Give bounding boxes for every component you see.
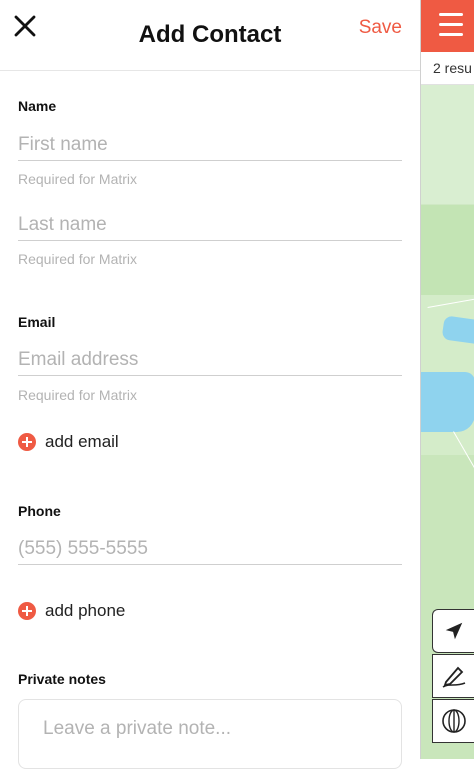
add-phone-label: add phone [45,601,126,620]
last-name-input[interactable]: Last name [18,210,402,241]
map-water [421,372,474,432]
save-button[interactable]: Save [359,17,402,39]
map-land [421,84,474,204]
phone-section-label: Phone [18,503,61,519]
first-name-input[interactable]: First name [18,130,402,161]
add-icon [18,433,36,451]
map-land [421,205,474,295]
locate-button[interactable] [432,609,474,653]
phone-field[interactable]: (555) 555-5555 [18,534,402,565]
email-helper: Required for Matrix [18,387,138,403]
add-email-button[interactable]: add email [18,432,119,452]
last-name-helper: Required for Matrix [18,251,138,267]
email-section-label: Email [18,314,56,330]
location-arrow-icon [445,622,462,640]
header-bar: Add Contact Save [0,0,420,71]
name-section-label: Name [18,98,57,114]
page-title: Add Contact [138,21,282,48]
results-count: 2 resu [421,52,474,85]
notes-section-label: Private notes [18,671,106,687]
map-menu-button[interactable] [421,0,474,52]
pencil-icon [442,666,465,688]
menu-icon [439,13,463,37]
globe-button[interactable] [432,699,474,743]
add-contact-panel: Add Contact Save Name First name Require… [0,0,420,769]
add-icon [18,602,36,620]
draw-button[interactable] [432,654,474,698]
email-field[interactable]: Email address [18,345,402,376]
first-name-helper: Required for Matrix [18,171,138,187]
add-email-label: add email [45,432,119,451]
globe-icon [441,709,466,733]
add-phone-button[interactable]: add phone [18,601,125,621]
map-toolbar [432,609,474,744]
